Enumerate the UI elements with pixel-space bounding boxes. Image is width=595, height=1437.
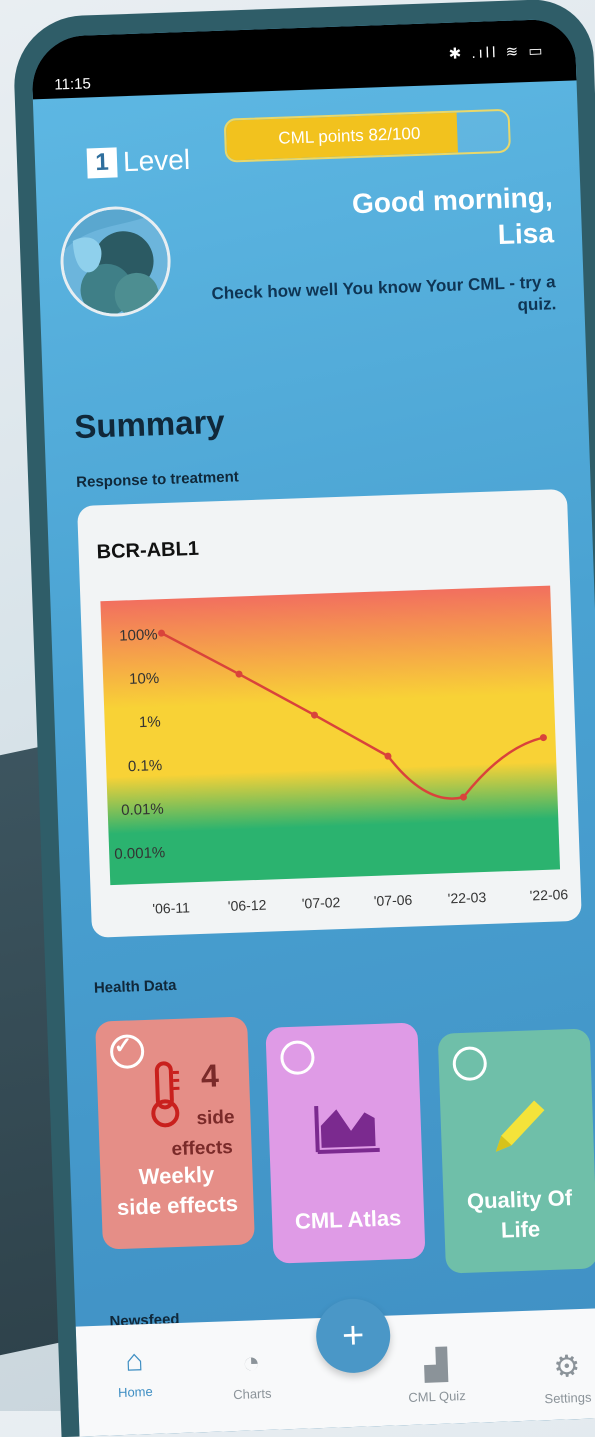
gear-icon: ⚙	[552, 1349, 581, 1384]
x-tick-label: '06-11	[152, 899, 190, 916]
y-tick-label: 0.001%	[114, 844, 165, 863]
tile-title-line2: side effects	[116, 1190, 239, 1221]
cml-atlas-tile[interactable]: CML Atlas	[265, 1022, 426, 1264]
nav-home-label: Home	[117, 1383, 153, 1401]
nav-cml-quiz-label: CML Quiz	[408, 1388, 466, 1406]
weekly-side-effects-tile[interactable]: ✓ 4 side effects Weekly side effects	[95, 1016, 255, 1250]
tile-title-line1: CML Atlas	[294, 1205, 402, 1234]
chart-title: BCR-ABL1	[96, 537, 200, 564]
x-tick-label: '07-06	[374, 892, 413, 909]
bcr-abl1-chart: 100% 10% 1% 0.1% 0.01% 0.001% '06-11 '06-12 '07-…	[100, 585, 569, 917]
greeting-name: Lisa	[497, 217, 555, 251]
tile-title-line2: Life	[500, 1216, 541, 1243]
x-tick-label: '22-03	[447, 889, 486, 906]
nav-charts-label: Charts	[232, 1385, 272, 1403]
bar-chart-icon: ▟	[423, 1348, 449, 1383]
level-indicator: 1 Level	[86, 143, 191, 180]
tile-title: Quality Of Life	[443, 1182, 595, 1247]
pencil-icon	[495, 1100, 545, 1152]
level-number: 1	[86, 147, 118, 179]
status-circle-icon	[109, 1034, 145, 1070]
y-tick-label: 10%	[129, 670, 160, 688]
quality-of-life-tile[interactable]: Quality Of Life	[437, 1028, 595, 1274]
status-circle-icon	[452, 1046, 488, 1082]
nav-settings-label: Settings	[544, 1389, 592, 1407]
nav-home[interactable]: ⌂ Home	[116, 1344, 153, 1400]
quiz-hint[interactable]: Check how well You know Your CML - try a…	[195, 271, 556, 328]
y-tick-label: 1%	[139, 713, 161, 731]
x-tick-label: '07-02	[302, 894, 341, 911]
y-tick-label: 100%	[119, 626, 158, 644]
level-label: Level	[122, 143, 191, 178]
nav-settings[interactable]: ⚙ Settings	[543, 1349, 592, 1407]
tile-title: Weekly side effects	[100, 1158, 254, 1223]
summary-heading: Summary	[73, 402, 226, 446]
app-screen: 11:15 ✱ .ıll ≋ ▭ 1 Level CML points 82/1…	[30, 18, 595, 1437]
points-progress-bar: CML points 82/100	[223, 108, 512, 163]
home-icon: ⌂	[124, 1344, 144, 1378]
status-circle-icon	[279, 1040, 316, 1076]
nav-charts[interactable]: ◔ Charts	[232, 1346, 272, 1402]
chart-background	[100, 585, 561, 886]
phone-frame: 11:15 ✱ .ıll ≋ ▭ 1 Level CML points 82/1…	[12, 0, 595, 1437]
pie-chart-icon: ◔	[241, 1346, 261, 1380]
greeting: Good morning, Lisa	[351, 179, 555, 258]
status-icons: ✱ .ıll ≋ ▭	[448, 42, 546, 63]
status-time: 11:15	[54, 75, 92, 94]
y-tick-label: 0.01%	[121, 801, 164, 819]
status-bar: 11:15 ✱ .ıll ≋ ▭	[30, 18, 577, 100]
avatar-image	[61, 207, 170, 317]
x-tick-label: '06-12	[228, 897, 267, 914]
nav-cml-quiz[interactable]: ▟ CML Quiz	[407, 1347, 466, 1405]
thermometer-icon	[151, 1061, 180, 1128]
x-tick-label: '22-06	[529, 886, 568, 903]
tile-title: CML Atlas	[272, 1202, 425, 1237]
side-effects-label-2: effects	[171, 1136, 234, 1161]
health-data-label: Health Data	[93, 976, 177, 997]
response-label: Response to treatment	[75, 468, 239, 492]
avatar[interactable]	[58, 204, 173, 319]
side-effects-count: 4	[200, 1057, 220, 1095]
y-tick-label: 0.1%	[128, 757, 163, 775]
area-chart-icon	[314, 1105, 380, 1155]
response-chart-card[interactable]: BCR-ABL1 100% 10% 1% 0.1% 0.01% 0.001% '06-11 '…	[77, 488, 582, 938]
side-effects-label-1: side	[196, 1106, 235, 1130]
tile-title-line1: Quality Of	[466, 1185, 573, 1214]
